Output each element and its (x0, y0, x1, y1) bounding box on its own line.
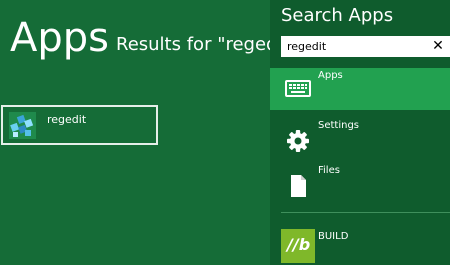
scope-apps[interactable]: Apps (270, 68, 450, 110)
divider (281, 212, 450, 213)
scope-label-settings: Settings (318, 120, 360, 131)
file-icon (281, 167, 315, 201)
build-icon-text: //b (287, 235, 311, 254)
apps-keyboard-icon (281, 72, 315, 106)
scope-build[interactable]: //b BUILD (270, 225, 450, 265)
registry-editor-icon (9, 112, 36, 139)
scope-files[interactable]: Files (270, 163, 450, 205)
gear-icon (281, 122, 315, 156)
search-pane: Search Apps ✕ Apps (270, 0, 450, 265)
build-app-icon: //b (281, 229, 315, 263)
search-input[interactable] (281, 36, 421, 57)
search-box: ✕ (281, 36, 450, 57)
scope-settings[interactable]: Settings (270, 118, 450, 160)
scope-label-files: Files (318, 165, 340, 176)
scope-label-apps: Apps (318, 70, 343, 81)
scope-label-build: BUILD (318, 231, 349, 242)
result-label: regedit (47, 113, 87, 126)
result-tile-regedit[interactable]: regedit (1, 105, 158, 145)
close-icon[interactable]: ✕ (431, 36, 445, 57)
main-title: Apps (10, 15, 109, 61)
search-pane-title: Search Apps (281, 5, 394, 26)
